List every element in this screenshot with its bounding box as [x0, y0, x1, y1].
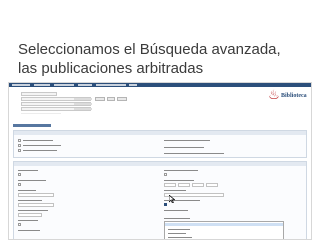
nav-link[interactable]: [96, 84, 126, 86]
search-full-text-label: [164, 147, 204, 148]
scholarly-journals-checkbox[interactable]: [164, 173, 167, 176]
number-of-pages-input[interactable]: [18, 213, 42, 217]
language-list-selected[interactable]: [165, 223, 283, 226]
search-row-3-input[interactable]: [21, 107, 92, 111]
mouse-pointer-icon: [169, 195, 175, 203]
nav-link[interactable]: [34, 84, 50, 86]
radio-boolean-label: [23, 140, 53, 141]
published-date-label: [164, 180, 194, 181]
publication-label: [164, 190, 186, 191]
nav-link[interactable]: [54, 84, 74, 86]
document-type-label: [164, 210, 188, 211]
search-modes-panel: [13, 130, 307, 158]
radio-any-terms[interactable]: [18, 149, 21, 152]
help-button[interactable]: [117, 97, 127, 101]
journal-name-input[interactable]: [18, 203, 54, 207]
slide-title-line-1: Seleccionamos el Búsqueda avanzada,: [18, 41, 281, 58]
library-brand-label: Biblioteca: [281, 93, 307, 99]
top-navigation-bar: [9, 83, 311, 87]
ebsco-advanced-search-screenshot: ♨ Biblioteca: [8, 82, 312, 240]
language-option[interactable]: [168, 237, 192, 238]
radio-all-terms[interactable]: [18, 144, 21, 147]
search-modes-header: [14, 131, 306, 135]
search-row-1-input[interactable]: [21, 97, 92, 101]
library-brand: ♨ Biblioteca: [267, 88, 307, 104]
nav-link[interactable]: [12, 84, 30, 86]
flame-icon: ♨: [268, 87, 280, 102]
search-button[interactable]: [95, 97, 105, 101]
search-row-2-input[interactable]: [21, 102, 92, 106]
radio-any-terms-label: [23, 150, 57, 151]
number-of-pages-label: [18, 210, 48, 211]
limit-results-header: [14, 162, 306, 166]
clear-button[interactable]: [107, 97, 115, 101]
journal-name-label: [18, 200, 42, 201]
language-option[interactable]: [168, 229, 190, 230]
year-to-input[interactable]: [206, 183, 218, 187]
radio-all-terms-label: [23, 145, 61, 146]
apply-equivalent-subjects-label: [164, 153, 224, 154]
image-quick-view-checkbox[interactable]: [18, 223, 21, 226]
year-from-input[interactable]: [178, 183, 190, 187]
nav-link[interactable]: [129, 84, 137, 86]
scholarly-journals-label: [164, 170, 198, 171]
month-to-select[interactable]: [192, 183, 204, 187]
publication-type-label: [18, 230, 40, 231]
image-quick-view-label: [18, 220, 38, 221]
author-label: [18, 190, 36, 191]
author-input[interactable]: [18, 193, 54, 197]
peer-reviewed-checkbox[interactable]: [164, 203, 167, 206]
searching-database-label: [21, 92, 57, 96]
radio-boolean[interactable]: [18, 139, 21, 142]
basic-advanced-links[interactable]: [21, 113, 61, 114]
language-list[interactable]: [164, 221, 284, 239]
language-option[interactable]: [168, 233, 186, 234]
apply-related-words-label: [164, 140, 210, 141]
slide-title: Seleccionamos el Búsqueda avanzada, las …: [18, 40, 314, 78]
full-text-checkbox[interactable]: [18, 173, 21, 176]
references-available-label: [18, 180, 46, 181]
month-from-select[interactable]: [164, 183, 176, 187]
search-options-heading: [13, 124, 51, 127]
full-text-label: [18, 170, 38, 171]
slide-title-line-2: las publicaciones arbitradas: [18, 60, 204, 77]
nav-link[interactable]: [78, 84, 92, 86]
limit-results-panel: [13, 161, 307, 239]
references-checkbox[interactable]: [18, 183, 21, 186]
language-label: [164, 218, 190, 219]
